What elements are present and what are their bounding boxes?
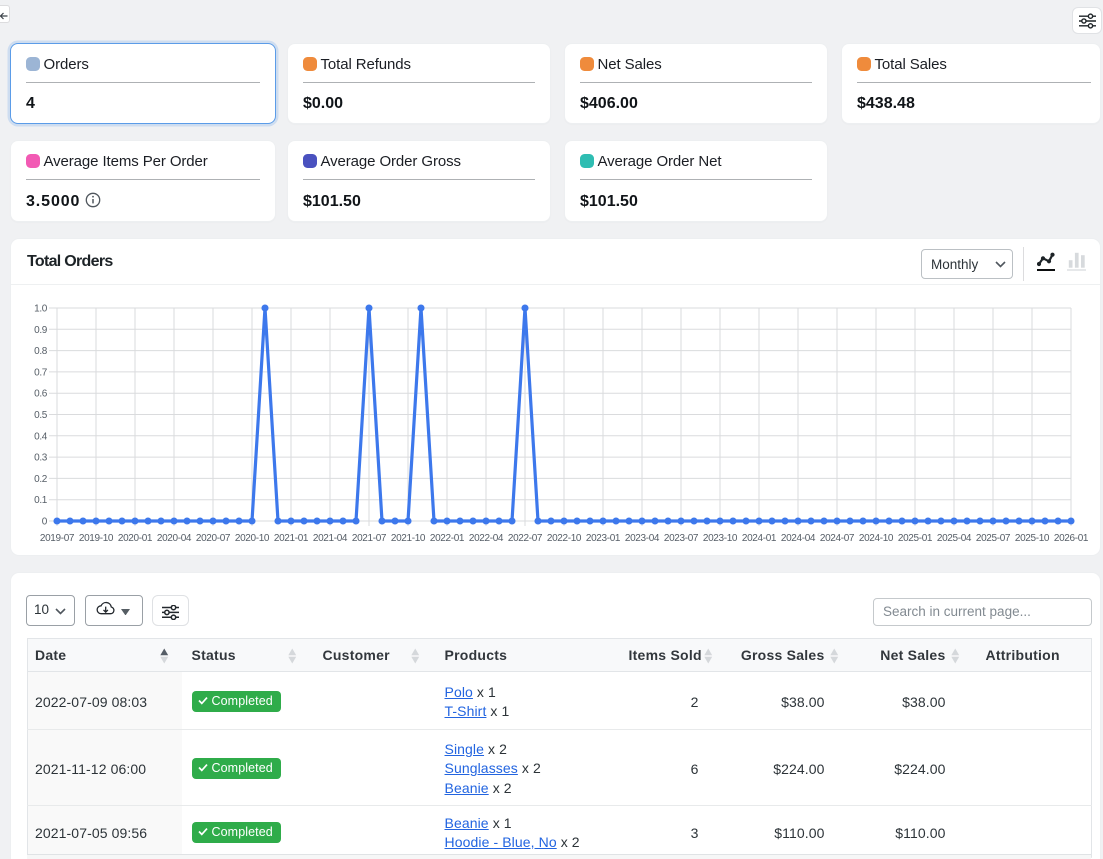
svg-text:2021-01: 2021-01 xyxy=(274,533,309,544)
svg-text:2023-10: 2023-10 xyxy=(703,533,738,544)
svg-text:0.5: 0.5 xyxy=(34,410,48,421)
svg-text:2020-04: 2020-04 xyxy=(157,533,192,544)
svg-text:2020-01: 2020-01 xyxy=(118,533,153,544)
svg-text:2021-10: 2021-10 xyxy=(391,533,426,544)
svg-text:0.6: 0.6 xyxy=(34,389,48,400)
svg-text:2020-07: 2020-07 xyxy=(196,533,231,544)
svg-text:0.1: 0.1 xyxy=(34,495,48,506)
svg-text:2024-10: 2024-10 xyxy=(859,533,894,544)
svg-text:2025-07: 2025-07 xyxy=(976,533,1011,544)
svg-text:2025-04: 2025-04 xyxy=(937,533,972,544)
svg-text:2022-04: 2022-04 xyxy=(469,533,504,544)
svg-text:0.4: 0.4 xyxy=(34,431,48,442)
svg-text:2026-01: 2026-01 xyxy=(1054,533,1089,544)
svg-text:1.0: 1.0 xyxy=(34,304,48,315)
svg-text:2021-07: 2021-07 xyxy=(352,533,387,544)
svg-text:0.7: 0.7 xyxy=(34,367,48,378)
svg-text:2019-10: 2019-10 xyxy=(79,533,114,544)
svg-text:2022-01: 2022-01 xyxy=(430,533,465,544)
svg-text:0.8: 0.8 xyxy=(34,346,48,357)
svg-text:2025-01: 2025-01 xyxy=(898,533,933,544)
svg-text:2019-07: 2019-07 xyxy=(40,533,75,544)
svg-text:2024-04: 2024-04 xyxy=(781,533,816,544)
svg-text:2021-04: 2021-04 xyxy=(313,533,348,544)
svg-text:0.9: 0.9 xyxy=(34,325,48,336)
svg-text:2023-01: 2023-01 xyxy=(586,533,621,544)
svg-text:2023-04: 2023-04 xyxy=(625,533,660,544)
svg-text:2024-01: 2024-01 xyxy=(742,533,777,544)
svg-text:2025-10: 2025-10 xyxy=(1015,533,1050,544)
svg-text:0.2: 0.2 xyxy=(34,474,48,485)
svg-text:2024-07: 2024-07 xyxy=(820,533,855,544)
svg-text:2022-10: 2022-10 xyxy=(547,533,582,544)
svg-text:2020-10: 2020-10 xyxy=(235,533,270,544)
svg-text:2023-07: 2023-07 xyxy=(664,533,699,544)
svg-text:2022-07: 2022-07 xyxy=(508,533,543,544)
svg-text:0.3: 0.3 xyxy=(34,453,48,464)
svg-text:0: 0 xyxy=(42,517,48,528)
